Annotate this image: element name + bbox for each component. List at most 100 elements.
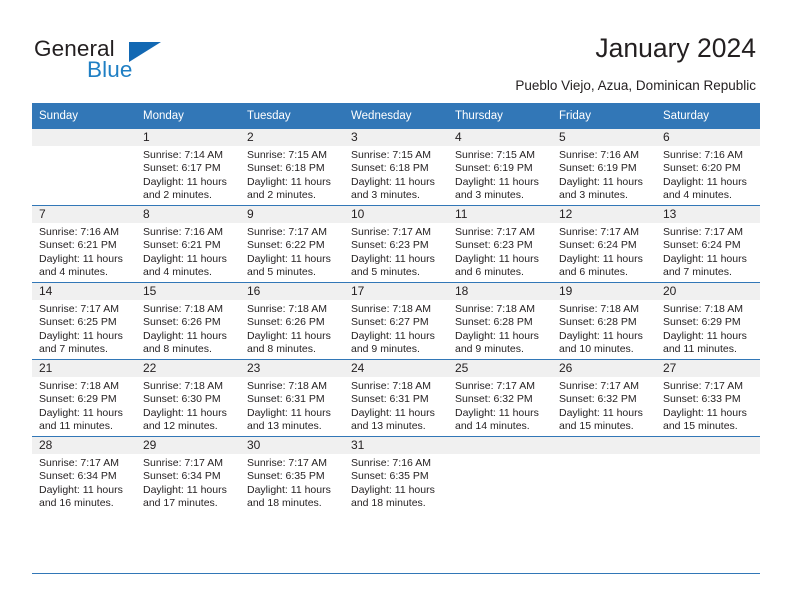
daylight-text-line2: and 18 minutes. [247, 497, 322, 510]
calendar-cell[interactable]: 8 Sunrise: 7:16 AM Sunset: 6:21 PM Dayli… [136, 205, 240, 283]
calendar-cell[interactable] [32, 129, 136, 206]
weekday-header-friday: Friday [552, 103, 656, 129]
day-info: Sunrise: 7:18 AM Sunset: 6:27 PM Dayligh… [344, 300, 448, 357]
calendar-cell[interactable]: 24 Sunrise: 7:18 AM Sunset: 6:31 PM Dayl… [344, 359, 448, 437]
calendar-cell[interactable]: 5 Sunrise: 7:16 AM Sunset: 6:19 PM Dayli… [552, 129, 656, 206]
day-info: Sunrise: 7:15 AM Sunset: 6:18 PM Dayligh… [240, 146, 344, 203]
calendar-cell[interactable]: 26 Sunrise: 7:17 AM Sunset: 6:32 PM Dayl… [552, 359, 656, 437]
day-info: Sunrise: 7:17 AM Sunset: 6:24 PM Dayligh… [552, 223, 656, 280]
day-info: Sunrise: 7:16 AM Sunset: 6:19 PM Dayligh… [552, 146, 656, 203]
daylight-text-line2: and 15 minutes. [663, 420, 738, 433]
daylight-text-line2: and 9 minutes. [455, 343, 524, 356]
sunset-text: Sunset: 6:35 PM [351, 470, 429, 483]
daylight-text-line1: Daylight: 11 hours [247, 252, 331, 265]
day-info: Sunrise: 7:17 AM Sunset: 6:23 PM Dayligh… [448, 223, 552, 280]
day-number: 17 [344, 283, 448, 300]
sunrise-text: Sunrise: 7:17 AM [663, 380, 743, 392]
calendar-cell[interactable]: 18 Sunrise: 7:18 AM Sunset: 6:28 PM Dayl… [448, 282, 552, 360]
sunset-text: Sunset: 6:26 PM [143, 316, 221, 329]
sunset-text: Sunset: 6:33 PM [663, 393, 741, 406]
calendar-cell[interactable]: 7 Sunrise: 7:16 AM Sunset: 6:21 PM Dayli… [32, 205, 136, 283]
day-info: Sunrise: 7:18 AM Sunset: 6:29 PM Dayligh… [656, 300, 760, 357]
calendar-cell[interactable]: 13 Sunrise: 7:17 AM Sunset: 6:24 PM Dayl… [656, 205, 760, 283]
sunset-text: Sunset: 6:21 PM [39, 239, 117, 252]
daylight-text-line1: Daylight: 11 hours [39, 406, 123, 419]
day-info: Sunrise: 7:16 AM Sunset: 6:21 PM Dayligh… [32, 223, 136, 280]
calendar-cell[interactable]: 20 Sunrise: 7:18 AM Sunset: 6:29 PM Dayl… [656, 282, 760, 360]
calendar-cell[interactable]: 27 Sunrise: 7:17 AM Sunset: 6:33 PM Dayl… [656, 359, 760, 437]
weekday-header-monday: Monday [136, 103, 240, 129]
calendar-cell[interactable]: 3 Sunrise: 7:15 AM Sunset: 6:18 PM Dayli… [344, 129, 448, 206]
calendar-cell[interactable]: 1 Sunrise: 7:14 AM Sunset: 6:17 PM Dayli… [136, 129, 240, 206]
daylight-text-line2: and 4 minutes. [143, 266, 212, 279]
day-number: 30 [240, 437, 344, 454]
sunrise-text: Sunrise: 7:17 AM [455, 226, 535, 238]
daylight-text-line1: Daylight: 11 hours [351, 406, 435, 419]
day-info: Sunrise: 7:15 AM Sunset: 6:19 PM Dayligh… [448, 146, 552, 203]
calendar-cell[interactable]: 14 Sunrise: 7:17 AM Sunset: 6:25 PM Dayl… [32, 282, 136, 360]
daylight-text-line1: Daylight: 11 hours [39, 483, 123, 496]
calendar-cell[interactable] [656, 436, 760, 513]
sunset-text: Sunset: 6:17 PM [143, 162, 221, 175]
calendar-cell[interactable]: 21 Sunrise: 7:18 AM Sunset: 6:29 PM Dayl… [32, 359, 136, 437]
page-header: General Blue January 2024 Pueblo Viejo, … [0, 0, 792, 103]
daylight-text-line1: Daylight: 11 hours [247, 329, 331, 342]
calendar-cell[interactable]: 19 Sunrise: 7:18 AM Sunset: 6:28 PM Dayl… [552, 282, 656, 360]
daylight-text-line1: Daylight: 11 hours [559, 406, 643, 419]
calendar-cell[interactable]: 11 Sunrise: 7:17 AM Sunset: 6:23 PM Dayl… [448, 205, 552, 283]
calendar-cell[interactable]: 10 Sunrise: 7:17 AM Sunset: 6:23 PM Dayl… [344, 205, 448, 283]
calendar-cell[interactable]: 28 Sunrise: 7:17 AM Sunset: 6:34 PM Dayl… [32, 436, 136, 513]
daylight-text-line1: Daylight: 11 hours [559, 252, 643, 265]
daylight-text-line2: and 3 minutes. [351, 189, 420, 202]
calendar-cell[interactable] [448, 436, 552, 513]
calendar-cell[interactable]: 6 Sunrise: 7:16 AM Sunset: 6:20 PM Dayli… [656, 129, 760, 206]
calendar-cell[interactable]: 22 Sunrise: 7:18 AM Sunset: 6:30 PM Dayl… [136, 359, 240, 437]
day-info: Sunrise: 7:18 AM Sunset: 6:31 PM Dayligh… [344, 377, 448, 434]
calendar-cell[interactable]: 29 Sunrise: 7:17 AM Sunset: 6:34 PM Dayl… [136, 436, 240, 513]
calendar-cell[interactable] [552, 436, 656, 513]
day-number: 4 [448, 129, 552, 146]
sunset-text: Sunset: 6:21 PM [143, 239, 221, 252]
daylight-text-line1: Daylight: 11 hours [663, 252, 747, 265]
day-info: Sunrise: 7:17 AM Sunset: 6:33 PM Dayligh… [656, 377, 760, 434]
page-title: January 2024 [595, 33, 756, 63]
daylight-text-line1: Daylight: 11 hours [39, 329, 123, 342]
calendar-cell[interactable]: 2 Sunrise: 7:15 AM Sunset: 6:18 PM Dayli… [240, 129, 344, 206]
sunrise-text: Sunrise: 7:17 AM [559, 226, 639, 238]
calendar-cell[interactable]: 12 Sunrise: 7:17 AM Sunset: 6:24 PM Dayl… [552, 205, 656, 283]
page-subtitle-location: Pueblo Viejo, Azua, Dominican Republic [515, 78, 756, 93]
calendar-body: 1 Sunrise: 7:14 AM Sunset: 6:17 PM Dayli… [32, 129, 760, 513]
day-number: 19 [552, 283, 656, 300]
daylight-text-line2: and 3 minutes. [559, 189, 628, 202]
calendar-cell[interactable]: 9 Sunrise: 7:17 AM Sunset: 6:22 PM Dayli… [240, 205, 344, 283]
day-info: Sunrise: 7:18 AM Sunset: 6:29 PM Dayligh… [32, 377, 136, 434]
daylight-text-line2: and 8 minutes. [247, 343, 316, 356]
day-info: Sunrise: 7:16 AM Sunset: 6:35 PM Dayligh… [344, 454, 448, 511]
day-number: 21 [32, 360, 136, 377]
day-number: 28 [32, 437, 136, 454]
day-info: Sunrise: 7:18 AM Sunset: 6:30 PM Dayligh… [136, 377, 240, 434]
daylight-text-line1: Daylight: 11 hours [143, 406, 227, 419]
day-info [552, 454, 656, 457]
daylight-text-line2: and 4 minutes. [39, 266, 108, 279]
sunrise-text: Sunrise: 7:16 AM [663, 149, 743, 161]
calendar-cell[interactable]: 16 Sunrise: 7:18 AM Sunset: 6:26 PM Dayl… [240, 282, 344, 360]
calendar-cell[interactable]: 30 Sunrise: 7:17 AM Sunset: 6:35 PM Dayl… [240, 436, 344, 513]
calendar-bottom-rule [32, 573, 760, 574]
calendar-cell[interactable]: 17 Sunrise: 7:18 AM Sunset: 6:27 PM Dayl… [344, 282, 448, 360]
day-number: 13 [656, 206, 760, 223]
calendar-cell[interactable]: 4 Sunrise: 7:15 AM Sunset: 6:19 PM Dayli… [448, 129, 552, 206]
calendar-week-row: 1 Sunrise: 7:14 AM Sunset: 6:17 PM Dayli… [32, 129, 760, 206]
calendar-grid: Sunday Monday Tuesday Wednesday Thursday… [32, 103, 760, 513]
day-number [448, 437, 552, 454]
calendar-cell[interactable]: 25 Sunrise: 7:17 AM Sunset: 6:32 PM Dayl… [448, 359, 552, 437]
brand-logo[interactable]: General Blue [34, 36, 254, 86]
daylight-text-line1: Daylight: 11 hours [247, 175, 331, 188]
calendar-cell[interactable]: 15 Sunrise: 7:18 AM Sunset: 6:26 PM Dayl… [136, 282, 240, 360]
daylight-text-line2: and 3 minutes. [455, 189, 524, 202]
daylight-text-line1: Daylight: 11 hours [559, 175, 643, 188]
calendar-cell[interactable]: 23 Sunrise: 7:18 AM Sunset: 6:31 PM Dayl… [240, 359, 344, 437]
sunset-text: Sunset: 6:28 PM [455, 316, 533, 329]
calendar-cell[interactable]: 31 Sunrise: 7:16 AM Sunset: 6:35 PM Dayl… [344, 436, 448, 513]
daylight-text-line1: Daylight: 11 hours [663, 406, 747, 419]
